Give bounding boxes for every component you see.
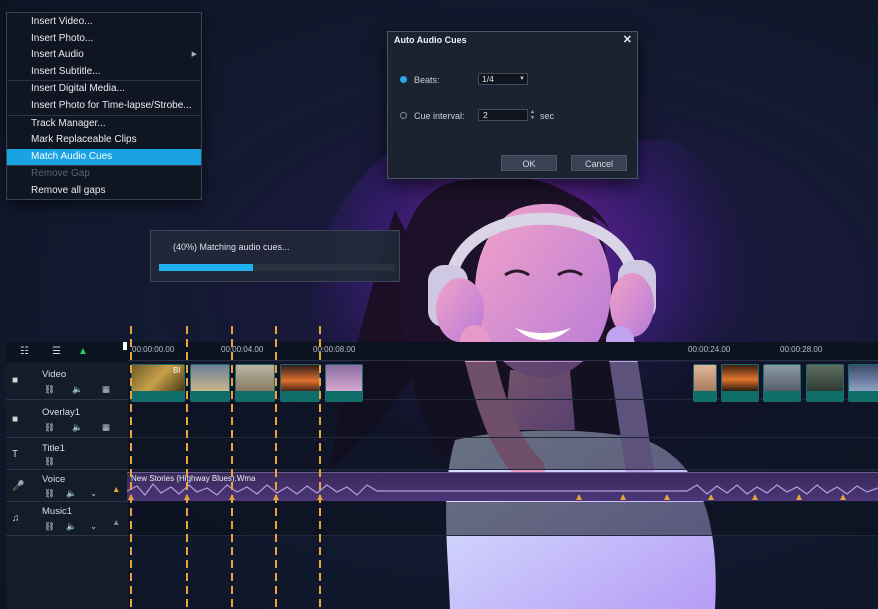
cue-marker-triangle [576,494,582,500]
cue-marker-triangle [229,494,235,500]
cue-marker-triangle [664,494,670,500]
cue-marker-triangle [184,494,190,500]
cue-marker-triangle [128,494,134,500]
cue-marker-triangle [317,494,323,500]
cue-marker-triangle [796,494,802,500]
playhead-handle [123,342,127,350]
cue-marker-triangle [752,494,758,500]
cue-marker-triangle [273,494,279,500]
cue-marker-triangle [840,494,846,500]
cue-marker-triangle [708,494,714,500]
audio-cue-lines [123,326,846,609]
cue-marker-triangle [620,494,626,500]
